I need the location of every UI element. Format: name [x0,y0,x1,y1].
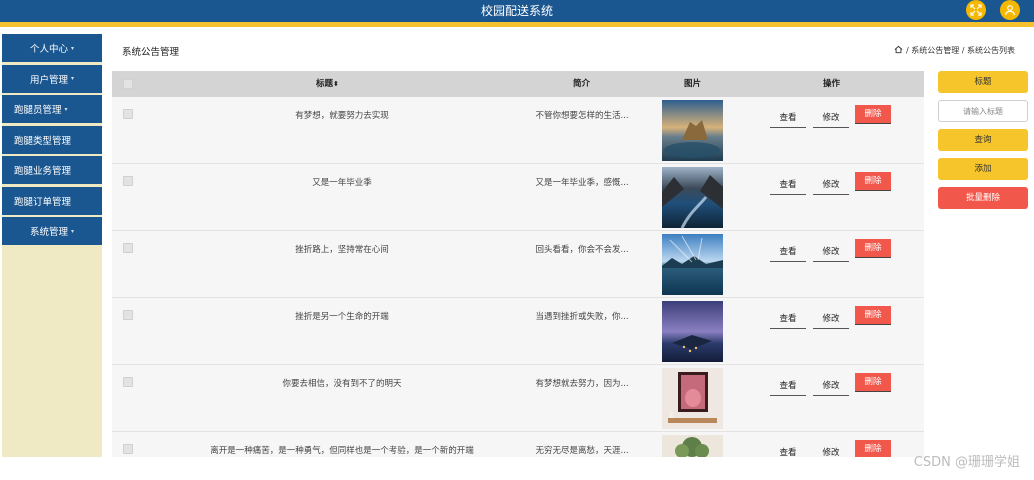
sidebar-item-label: 跑腿员管理 [14,105,62,116]
sort-icon[interactable]: ⬍ [333,80,339,88]
view-button[interactable]: 查看 [770,109,806,128]
user-icon[interactable] [1000,0,1020,20]
search-input[interactable] [938,100,1028,122]
column-header-ops: 操作 [823,79,841,89]
sidebar-item-label: 跑腿订单管理 [14,196,72,208]
home-icon[interactable] [894,45,903,56]
table-row: 挫折路上，坚持常在心间 回头看看，你会不会发... 查看 修改 删除 [112,231,924,298]
row-thumbnail [662,167,723,228]
sidebar-item-runners[interactable]: 跑腿员管理 ▾ [2,95,102,123]
top-bar: 校园配送系统 [0,0,1034,27]
row-checkbox[interactable] [123,377,133,387]
sidebar-item-system[interactable]: 系统管理 ▾ [2,217,102,245]
add-button[interactable]: 添加 [938,158,1028,180]
breadcrumb-path: / 系统公告管理 / 系统公告列表 [905,46,1015,55]
edit-button[interactable]: 修改 [813,377,849,396]
view-button[interactable]: 查看 [770,243,806,262]
row-title: 你要去相信，没有到不了的明天 [282,379,402,389]
table-header: 标题⬍ 简介 图片 操作 [112,71,924,97]
row-title: 离开是一种痛苦，是一种勇气，但同样也是一个考验，是一个新的开端 [210,446,474,456]
watermark: CSDN @珊珊学姐 [913,455,1020,470]
row-intro: 当遇到挫折或失败，你... [535,312,629,322]
app-title: 校园配送系统 [480,4,553,18]
row-thumbnail [662,435,723,457]
breadcrumb-bar: 系统公告管理 / 系统公告管理 / 系统公告列表 [112,41,1024,61]
view-button[interactable]: 查看 [770,176,806,195]
edit-button[interactable]: 修改 [813,109,849,128]
table-row: 有梦想，就要努力去实现 不管你想要怎样的生活... 查看 修改 删除 [112,97,924,164]
sidebar-item-label: 用户管理 [29,74,68,86]
delete-button[interactable]: 删除 [855,239,891,258]
column-header-intro: 简介 [573,79,591,89]
sidebar-item-label: 跑腿类型管理 [14,135,72,147]
chevron-down-icon: ▾ [71,227,75,235]
edit-button[interactable]: 修改 [813,243,849,262]
edit-button[interactable]: 修改 [813,444,849,457]
header-accent-stripe [0,22,1034,27]
row-title: 挫折路上，坚持常在心间 [295,245,389,255]
edit-button[interactable]: 修改 [813,176,849,195]
row-thumbnail [662,100,723,161]
sidebar-item-users[interactable]: 用户管理 ▾ [2,64,102,93]
announcement-table: 标题⬍ 简介 图片 操作 有梦想，就要努力去实现 不管你想要怎样的生活... 查… [112,71,924,457]
select-all-checkbox[interactable] [123,79,133,89]
page-title: 系统公告管理 [122,47,180,58]
view-button[interactable]: 查看 [770,377,806,396]
row-title: 有梦想，就要努力去实现 [295,111,389,121]
edit-button[interactable]: 修改 [813,310,849,329]
row-title: 又是一年毕业季 [312,178,372,188]
sidebar: 个人中心 ▾ 用户管理 ▾ 跑腿员管理 ▾ 跑腿类型管理 跑腿业务管理 跑腿订单… [2,34,102,457]
table-row: 挫折是另一个生命的开端 当遇到挫折或失败，你... 查看 修改 删除 [112,298,924,365]
row-checkbox[interactable] [123,310,133,320]
row-checkbox[interactable] [123,176,133,186]
delete-button[interactable]: 删除 [855,373,891,392]
chevron-down-icon: ▾ [71,75,75,82]
row-title: 挫折是另一个生命的开端 [295,312,389,322]
row-checkbox[interactable] [123,243,133,253]
row-intro: 不管你想要怎样的生活... [535,111,629,121]
row-thumbnail [662,368,723,429]
sidebar-item-errand-types[interactable]: 跑腿类型管理 [2,125,102,154]
row-intro: 回头看看，你会不会发... [535,245,629,255]
row-intro: 又是一年毕业季，感慨... [535,178,629,188]
row-thumbnail [662,301,723,362]
chevron-down-icon: ▾ [71,44,75,52]
delete-button[interactable]: 删除 [855,306,891,325]
delete-button[interactable]: 删除 [855,440,891,457]
query-button[interactable]: 查询 [938,129,1028,151]
sidebar-item-profile[interactable]: 个人中心 ▾ [2,34,102,62]
fullscreen-icon[interactable] [966,0,986,20]
view-button[interactable]: 查看 [770,310,806,329]
batch-delete-button[interactable]: 批量删除 [938,187,1028,209]
view-button[interactable]: 查看 [770,444,806,457]
sidebar-item-label: 系统管理 [29,227,68,238]
column-header-image: 图片 [684,79,702,89]
column-header-title[interactable]: 标题⬍ [316,71,339,97]
delete-button[interactable]: 删除 [855,105,891,124]
breadcrumb: / 系统公告管理 / 系统公告列表 [894,45,1015,56]
row-checkbox[interactable] [123,444,133,454]
table-row: 又是一年毕业季 又是一年毕业季，感慨... 查看 修改 删除 [112,164,924,231]
table-row: 你要去相信，没有到不了的明天 有梦想就去努力，因为... 查看 修改 删除 [112,365,924,432]
sidebar-item-errand-orders[interactable]: 跑腿订单管理 [2,186,102,215]
row-thumbnail [662,234,723,295]
table-row: 离开是一种痛苦，是一种勇气，但同样也是一个考验，是一个新的开端 无穷无尽是离愁，… [112,432,924,457]
sidebar-item-label: 跑腿业务管理 [14,166,72,177]
delete-button[interactable]: 删除 [855,172,891,191]
title-filter-label: 标题 [938,71,1028,93]
action-panel: 标题 查询 添加 批量删除 [938,71,1028,216]
chevron-down-icon: ▾ [64,105,68,113]
sidebar-item-label: 个人中心 [29,44,68,55]
column-title-label: 标题 [316,79,334,89]
sidebar-item-errand-business[interactable]: 跑腿业务管理 [2,156,102,184]
row-checkbox[interactable] [123,109,133,119]
row-intro: 有梦想就去努力，因为... [535,379,629,389]
row-intro: 无穷无尽是离愁，天涯... [535,446,629,456]
